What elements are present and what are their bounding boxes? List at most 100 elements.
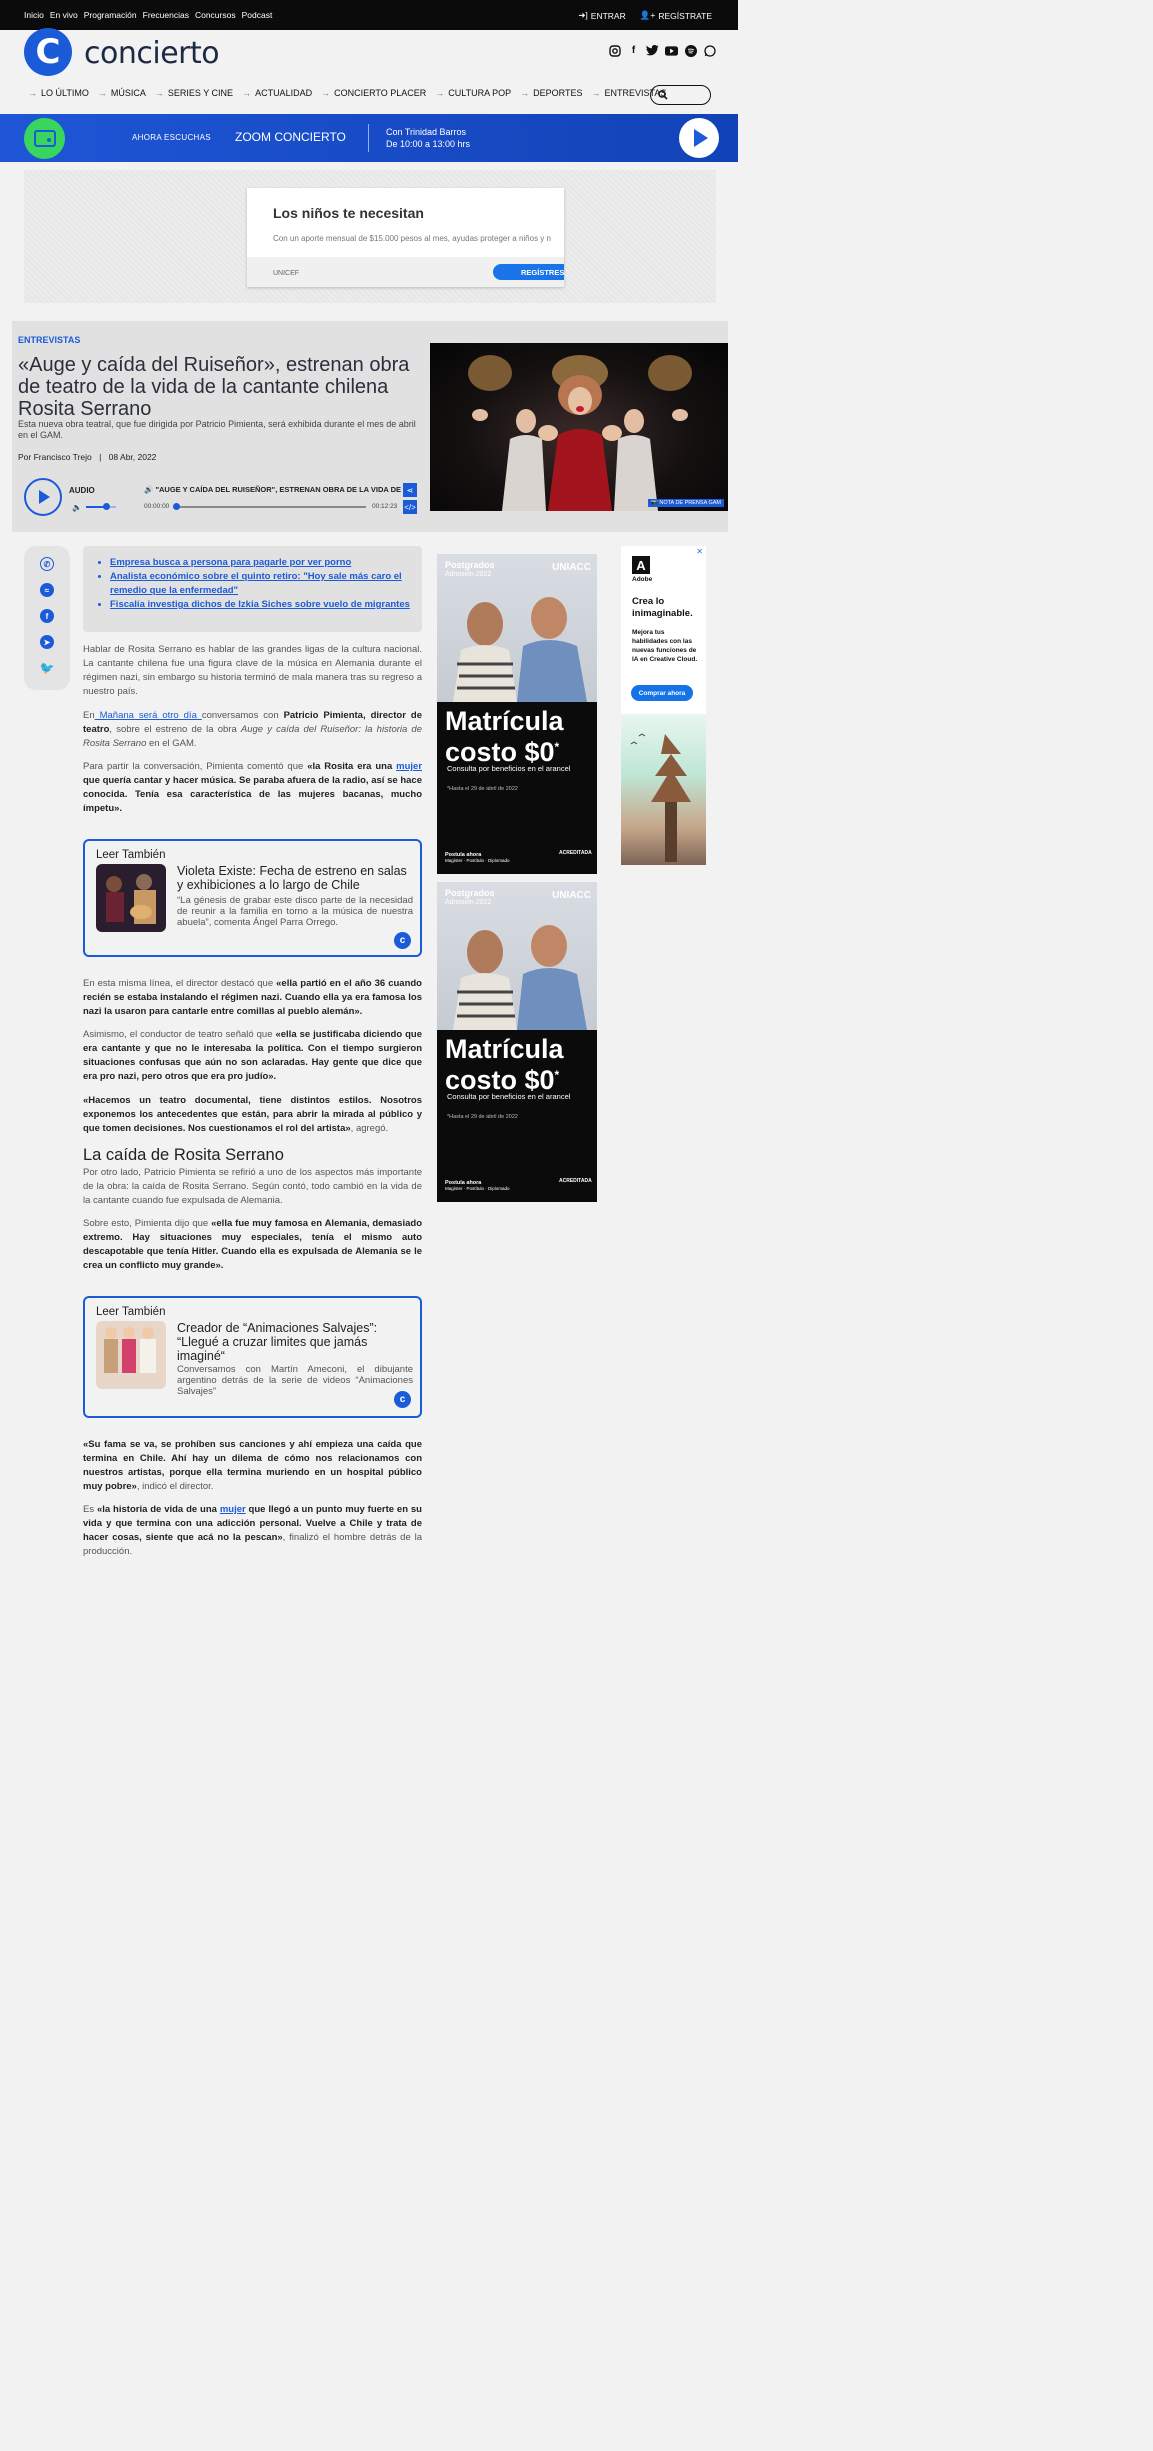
- photo-credit: 📷 NOTA DE PRENSA GAM: [647, 499, 724, 507]
- article-category[interactable]: ENTREVISTAS: [18, 335, 80, 345]
- whatsapp-icon[interactable]: [703, 44, 716, 57]
- radio-play-button[interactable]: [679, 118, 719, 158]
- uniacc-ad[interactable]: Postgrados Admisión 2022 UNIACC Matrícula…: [437, 882, 597, 1202]
- twitter-share-icon[interactable]: 🐦: [40, 661, 55, 675]
- audio-label: AUDIO: [69, 486, 95, 495]
- adobe-ad[interactable]: ✕ A Adobe Crea lo inimaginable. Mejora t…: [621, 546, 706, 865]
- ad-headline: Crea lo inimaginable.: [632, 596, 693, 619]
- ad-headline-line: costo $0: [445, 737, 555, 767]
- youtube-icon[interactable]: [665, 44, 678, 57]
- link-programacion[interactable]: Programación: [84, 10, 137, 20]
- audio-progress-knob[interactable]: [173, 503, 180, 510]
- login-icon: ➜]: [578, 10, 588, 20]
- uniacc-ad[interactable]: Postgrados Admisión 2022 UNIACC Matrícula…: [437, 554, 597, 874]
- login-label: ENTRAR: [590, 10, 626, 21]
- related-link[interactable]: Fiscalía investiga dichos de Izkia Siche…: [110, 598, 412, 612]
- nav-item-cultura-pop[interactable]: → CULTURA POP: [435, 88, 511, 98]
- ad-headline: Matrícula costo $0*: [445, 708, 564, 767]
- audio-current-time: 00:00:00: [144, 503, 170, 510]
- ad-kicker: Postgrados Admisión 2022: [445, 560, 495, 580]
- embed-icon[interactable]: </>: [403, 500, 417, 514]
- search-input[interactable]: [650, 85, 711, 105]
- audio-progress-bar[interactable]: [174, 506, 366, 508]
- nav-item-series-y-cine[interactable]: → SERIES Y CINE: [155, 88, 233, 98]
- ad-headline-mark: *: [554, 740, 560, 754]
- arrow-right-icon: →: [520, 88, 530, 98]
- read-also-label: Leer También: [96, 849, 166, 861]
- nav-item-actualidad[interactable]: → ACTUALIDAD: [242, 88, 312, 98]
- paragraph: Hablar de Rosita Serrano es hablar de la…: [83, 644, 422, 697]
- show-link[interactable]: Mañana será otro día: [95, 710, 202, 721]
- author[interactable]: Por Francisco Trejo: [18, 452, 92, 462]
- ad-headline-line: Matrícula: [445, 1034, 564, 1064]
- spotify-icon[interactable]: [684, 44, 697, 57]
- paragraph: Es «la historia de vida de una mujer que…: [83, 1503, 422, 1559]
- facebook-share-icon[interactable]: f: [40, 609, 54, 623]
- now-playing-label: AHORA ESCUCHAS: [132, 133, 211, 142]
- read-also-description: Conversamos con Martín Ameconi, el dibuj…: [177, 1364, 413, 1397]
- logo-mark[interactable]: C: [24, 28, 72, 76]
- ad-headline-line: costo $0: [445, 1065, 555, 1095]
- tag-link[interactable]: mujer: [396, 761, 422, 772]
- tag-link[interactable]: mujer: [220, 1504, 246, 1515]
- read-also-card[interactable]: Leer También Creador de “Animaciones Sal…: [83, 1296, 422, 1418]
- nav-item-deportes[interactable]: → DEPORTES: [520, 88, 582, 98]
- login-link[interactable]: ➜] ENTRAR: [578, 10, 625, 21]
- whatsapp-share-icon[interactable]: ✆: [40, 557, 54, 571]
- arrow-right-icon: →: [435, 88, 445, 98]
- register-link[interactable]: 👤+ REGÍSTRATE: [640, 10, 712, 21]
- read-also-card[interactable]: Leer También Violeta Existe: Fecha de es…: [83, 839, 422, 957]
- track-title: "AUGE Y CAÍDA DEL RUISEÑOR", ESTRENAN OB…: [155, 485, 402, 494]
- buy-now-button[interactable]: Comprar ahora: [631, 685, 693, 701]
- link-en-vivo[interactable]: En vivo: [50, 10, 78, 20]
- telegram-share-icon[interactable]: ➤: [40, 635, 54, 649]
- twitter-icon[interactable]: [646, 44, 659, 57]
- text: , agregó.: [350, 1123, 389, 1134]
- waveform-icon: 🔊: [144, 485, 156, 494]
- arrow-right-icon: →: [321, 88, 331, 98]
- audio-play-button[interactable]: [24, 478, 62, 516]
- unicef-ad[interactable]: Los niños te necesitan Con un aporte men…: [247, 188, 564, 287]
- ad-brand: UNIACC: [552, 890, 591, 901]
- audio-duration: 00:12:23: [372, 503, 398, 510]
- related-link[interactable]: Empresa busca a persona para pagarle por…: [110, 556, 412, 570]
- ad-cta-sub: Magíster · Postítulo · Diplomado: [445, 858, 510, 863]
- text-bold: que quería cantar y hacer música. Se par…: [83, 775, 422, 814]
- byline: Por Francisco Trejo | 08 Abr, 2022: [18, 452, 156, 462]
- nav-item-lo-ultimo[interactable]: → LO ÚLTIMO: [28, 88, 89, 98]
- related-link[interactable]: Analista económico sobre el quinto retir…: [110, 570, 412, 598]
- link-podcast[interactable]: Podcast: [242, 10, 273, 20]
- text: Es: [83, 1504, 97, 1515]
- ad-note: *Hasta el 29 de abril de 2022: [447, 1114, 518, 1120]
- read-also-description: “La génesis de grabar este disco parte d…: [177, 895, 413, 928]
- link-concursos[interactable]: Concursos: [195, 10, 236, 20]
- ad-badge: ACREDITADA: [559, 850, 592, 856]
- messenger-share-icon[interactable]: ≈: [40, 583, 54, 597]
- show-name: ZOOM CONCIERTO: [235, 130, 346, 144]
- nav-label: CULTURA POP: [448, 88, 512, 98]
- nav-item-musica[interactable]: → MÚSICA: [98, 88, 146, 98]
- arrow-right-icon: →: [97, 88, 107, 98]
- link-frecuencias[interactable]: Frecuencias: [143, 10, 189, 20]
- nav-item-concierto-placer[interactable]: → CONCIERTO PLACER: [321, 88, 426, 98]
- search-icon: [658, 90, 668, 100]
- ad-register-button[interactable]: REGÍSTRESE: [493, 264, 564, 280]
- ad-footer: UNICEF REGÍSTRESE: [247, 257, 564, 287]
- text: En: [83, 710, 95, 721]
- nav-label: MÚSICA: [110, 88, 146, 98]
- share-icon[interactable]: ⋖: [403, 483, 417, 497]
- volume-icon[interactable]: 🔈: [72, 503, 82, 512]
- logo-wordmark[interactable]: concierto: [84, 36, 220, 71]
- paragraph: «Su fama se va, se prohíben sus cancione…: [83, 1438, 422, 1494]
- close-icon[interactable]: ✕: [696, 547, 703, 556]
- ad-brand: UNICEF: [273, 270, 300, 277]
- article-title: «Auge y caída del Ruiseñor», estrenan ob…: [18, 354, 410, 420]
- live-radio-bar: AHORA ESCUCHAS ZOOM CONCIERTO Con Trinid…: [0, 114, 738, 162]
- link-inicio[interactable]: Inicio: [24, 10, 44, 20]
- header: C concierto f: [0, 28, 738, 80]
- facebook-icon[interactable]: f: [627, 44, 640, 57]
- nav-label: DEPORTES: [533, 88, 583, 98]
- text: Para partir la conversación, Pimienta co…: [83, 761, 308, 772]
- instagram-icon[interactable]: [608, 44, 621, 57]
- ad-kicker: Postgrados Admisión 2022: [445, 888, 495, 908]
